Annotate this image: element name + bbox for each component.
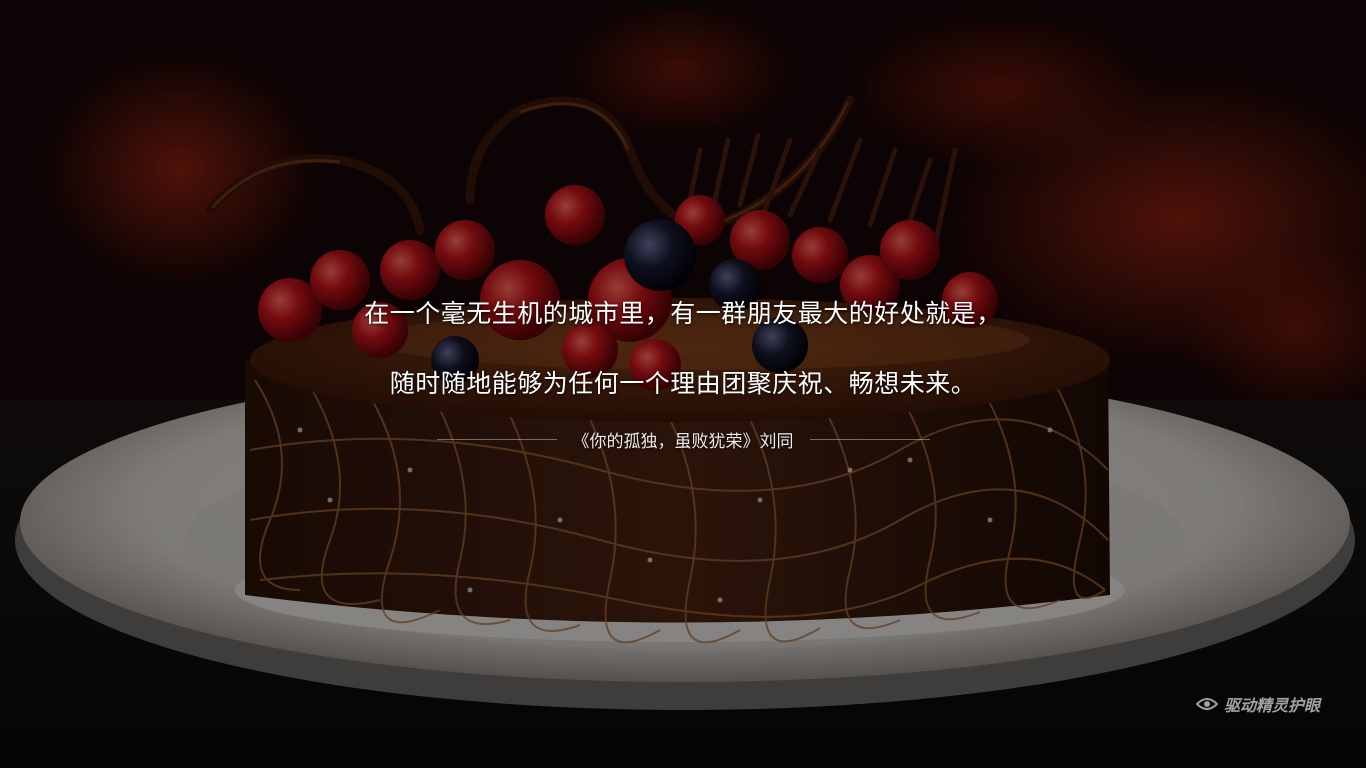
quote-source: 《你的孤独，虽败犹荣》刘同 xyxy=(0,426,1366,452)
quote-line-2: 随时随地能够为任何一个理由团聚庆祝、畅想未来。 xyxy=(389,369,977,398)
quote-source-text: 《你的孤独，虽败犹荣》刘同 xyxy=(572,431,794,452)
watermark-label: 驱动精灵护眼 xyxy=(1224,696,1321,715)
divider-left xyxy=(436,438,557,440)
eye-care-watermark: 驱动精灵护眼 xyxy=(1196,692,1346,716)
lock-screen[interactable]: 在一个毫无生机的城市里，有一群朋友最大的好处就是， 随时随地能够为任何一个理由团… xyxy=(0,0,1366,768)
divider-right xyxy=(809,438,930,440)
quote-line-1: 在一个毫无生机的城市里，有一群朋友最大的好处就是， xyxy=(364,299,1002,328)
eye-icon xyxy=(1196,698,1218,710)
